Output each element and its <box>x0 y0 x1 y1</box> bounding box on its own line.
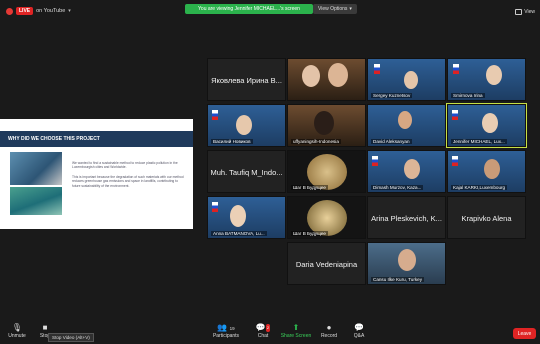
participant-tile[interactable]: Krapivko Alena <box>447 196 526 239</box>
flag-icon <box>453 64 459 74</box>
share-screen-icon: ⬆ <box>292 323 300 332</box>
unmute-label: Unmute <box>8 333 26 339</box>
participant-name: uffyaningsih-Indonesia <box>291 139 341 144</box>
shared-screen: WHY DID WE CHOOSE THIS PROJECT We wanted… <box>0 119 193 229</box>
leave-button[interactable]: Leave <box>513 328 536 339</box>
participant-video <box>328 63 348 87</box>
chat-label: Chat <box>257 333 269 339</box>
flag-icon <box>374 64 380 74</box>
record-icon: ● <box>326 323 332 332</box>
participant-name: Jennifer MICHAEL, Lux... <box>451 139 507 144</box>
participant-name: Anna BATMANOVA, Lu... <box>211 231 267 236</box>
participant-tile-active-speaker[interactable]: Jennifer MICHAEL, Lux... <box>446 103 527 148</box>
participant-tile[interactable]: uffyaningsih-Indonesia <box>287 104 366 147</box>
record-label: Record <box>320 333 338 339</box>
live-stream-indicator[interactable]: LIVE on YouTube ▾ <box>6 7 71 15</box>
participant-video <box>398 249 416 271</box>
participant-count: 19 <box>229 326 235 331</box>
participant-tile[interactable]: Anna BATMANOVA, Lu... <box>207 196 286 239</box>
chevron-down-icon: ▾ <box>349 6 352 12</box>
participant-video <box>486 65 502 85</box>
slide-bullet: This is important because the degradatio… <box>72 175 184 188</box>
chevron-down-icon[interactable]: ▾ <box>68 8 71 14</box>
chat-button[interactable]: 💬2 Chat <box>252 324 274 339</box>
live-badge: LIVE <box>16 7 34 15</box>
view-options-button[interactable]: View Options ▾ <box>313 4 357 14</box>
stop-video-tooltip: Stop Video (Alt+V) <box>48 333 94 342</box>
participant-name: Smirnova Irina <box>451 93 485 98</box>
participant-name: Василий Новиков <box>211 139 253 144</box>
slide-title: WHY DID WE CHOOSE THIS PROJECT <box>0 131 193 147</box>
participant-video <box>484 159 500 179</box>
view-button[interactable]: View <box>515 9 535 15</box>
participant-name: Arina Pleskevich, K... <box>371 214 442 223</box>
share-screen-label: Share Screen <box>280 333 312 339</box>
flag-icon <box>452 110 458 120</box>
video-camera-icon: ■ <box>42 323 48 332</box>
participant-video <box>404 159 420 179</box>
flag-icon <box>372 156 378 166</box>
record-button[interactable]: ● Record <box>318 323 340 340</box>
participant-video <box>230 205 246 227</box>
participant-tile[interactable]: Яковлева Ирина В... <box>207 58 286 101</box>
participant-tile[interactable]: Dimash Murzov, Kaza... <box>367 150 446 193</box>
participant-video <box>404 71 418 89</box>
screen-share-notice: You are viewing Jennifer MICHAEL...'s sc… <box>185 4 313 14</box>
slide-top-strip <box>0 119 193 129</box>
live-destination: on YouTube <box>36 8 66 14</box>
participant-tile[interactable]: Smirnova Irina <box>447 58 526 101</box>
share-screen-button[interactable]: ⬆ Share Screen <box>280 323 312 340</box>
participant-tile[interactable]: Muh. Taufiq M_Indo... <box>207 150 286 193</box>
participant-name: Sergey Kuznetsov <box>371 93 413 98</box>
participant-video <box>482 113 498 133</box>
participant-tile[interactable]: Cansu Ilke Kuru, Turkey <box>367 242 446 285</box>
participant-tile[interactable]: Arina Pleskevich, K... <box>367 196 446 239</box>
participant-name: Muh. Taufiq M_Indo... <box>210 168 283 177</box>
grid-view-icon <box>515 9 523 15</box>
chat-icon: 💬2 <box>255 323 271 332</box>
participant-name: Яковлева Ирина В... <box>211 76 282 85</box>
participant-video <box>236 115 252 135</box>
participant-tile[interactable]: Kajal KARKI,Luxembourg <box>447 150 526 193</box>
unmute-button[interactable]: 🎙 Unmute <box>6 323 28 340</box>
top-bar: LIVE on YouTube ▾ You are viewing Jennif… <box>0 0 540 24</box>
participant-name: Krapivko Alena <box>461 214 512 223</box>
participant-tile[interactable] <box>287 58 366 101</box>
participant-video <box>314 111 334 135</box>
participants-button[interactable]: 👥 19 Participants <box>210 323 242 340</box>
participant-tile[interactable]: Daria Vedeniapina <box>287 242 366 285</box>
microphone-muted-icon: 🎙 <box>11 323 23 332</box>
participant-name: Шаг В Будущее <box>291 185 328 190</box>
participant-video <box>398 111 412 129</box>
qa-icon: 💬 <box>354 323 364 332</box>
participant-video <box>302 65 320 87</box>
flag-icon <box>212 202 218 212</box>
participant-tile[interactable]: Sergey Kuznetsov <box>367 58 446 101</box>
live-dot-icon <box>6 7 13 15</box>
flag-icon <box>212 110 218 120</box>
participant-tile[interactable]: Василий Новиков <box>207 104 286 147</box>
slide-image-ocean-plastic <box>10 187 62 215</box>
qa-button[interactable]: 💬 Q&A <box>348 323 370 340</box>
participant-name: Dimash Murzov, Kaza... <box>371 185 424 190</box>
participants-label: Participants <box>212 333 240 339</box>
participant-name: Kajal KARKI,Luxembourg <box>451 185 508 190</box>
participant-tile[interactable]: David Aleksanyan <box>367 104 446 147</box>
view-options-label: View Options <box>318 6 348 12</box>
participant-tile[interactable]: Шаг В Будущее <box>287 196 366 239</box>
slide-bullet: We wanted to find a sustainable method t… <box>72 161 178 170</box>
participant-name: Cansu Ilke Kuru, Turkey <box>371 277 425 282</box>
participants-icon: 👥 19 <box>217 323 235 332</box>
qa-label: Q&A <box>353 333 365 339</box>
participant-tile[interactable]: Шаг В Будущее <box>287 150 366 193</box>
participant-name: Шаг В Будущее <box>291 231 328 236</box>
slide-image-plastic-waste <box>10 152 62 185</box>
participant-name: Daria Vedeniapina <box>295 260 358 269</box>
chat-badge: 2 <box>265 324 271 332</box>
flag-icon <box>452 156 458 166</box>
view-label: View <box>524 9 535 15</box>
participant-name: David Aleksanyan <box>371 139 412 144</box>
